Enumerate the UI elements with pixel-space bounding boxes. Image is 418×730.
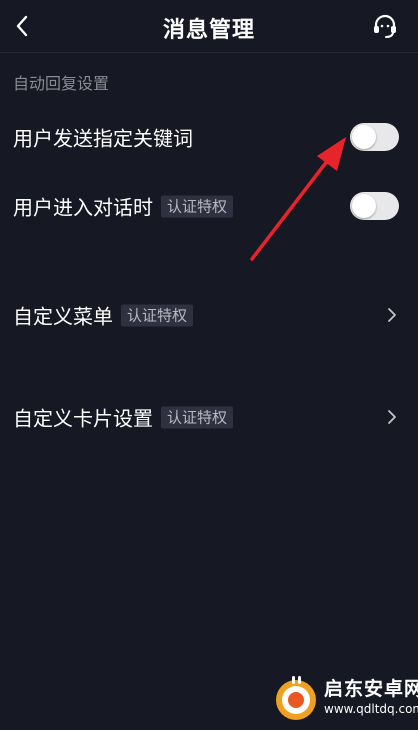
customer-service-button[interactable]	[368, 10, 402, 42]
watermark-title: 启东安卓网	[324, 678, 418, 700]
watermark-url: www.qdltdq.com	[324, 702, 418, 716]
headset-icon	[374, 14, 396, 38]
nav-bar: 消息管理	[0, 0, 418, 53]
setting-label: 用户发送指定关键词	[13, 126, 193, 151]
setting-row-keyword-reply: 用户发送指定关键词	[0, 115, 418, 159]
page-title: 消息管理	[162, 18, 255, 43]
verified-privilege-badge: 认证特权	[161, 195, 234, 217]
verified-privilege-badge: 认证特权	[161, 406, 234, 428]
enter-conversation-toggle[interactable]	[350, 192, 399, 220]
chevron-right-icon	[386, 408, 398, 426]
setting-label: 用户进入对话时	[13, 195, 153, 220]
setting-label: 自定义菜单	[13, 304, 113, 329]
keyword-reply-toggle[interactable]	[350, 123, 399, 151]
setting-row-custom-menu[interactable]: 自定义菜单 认证特权	[0, 293, 418, 337]
toggle-knob	[352, 194, 376, 218]
toggle-knob	[352, 125, 376, 149]
setting-label: 自定义卡片设置	[13, 406, 153, 431]
verified-privilege-badge: 认证特权	[121, 304, 194, 326]
setting-row-custom-card[interactable]: 自定义卡片设置 认证特权	[0, 395, 418, 439]
chevron-right-icon	[386, 306, 398, 324]
setting-row-enter-conversation: 用户进入对话时 认证特权	[0, 184, 418, 228]
site-watermark: 启东安卓网 www.qdltdq.com	[272, 668, 418, 728]
watermark-logo-icon	[276, 676, 316, 720]
section-title-auto-reply: 自动回复设置	[13, 74, 110, 93]
red-arrow-pointer	[250, 137, 346, 261]
